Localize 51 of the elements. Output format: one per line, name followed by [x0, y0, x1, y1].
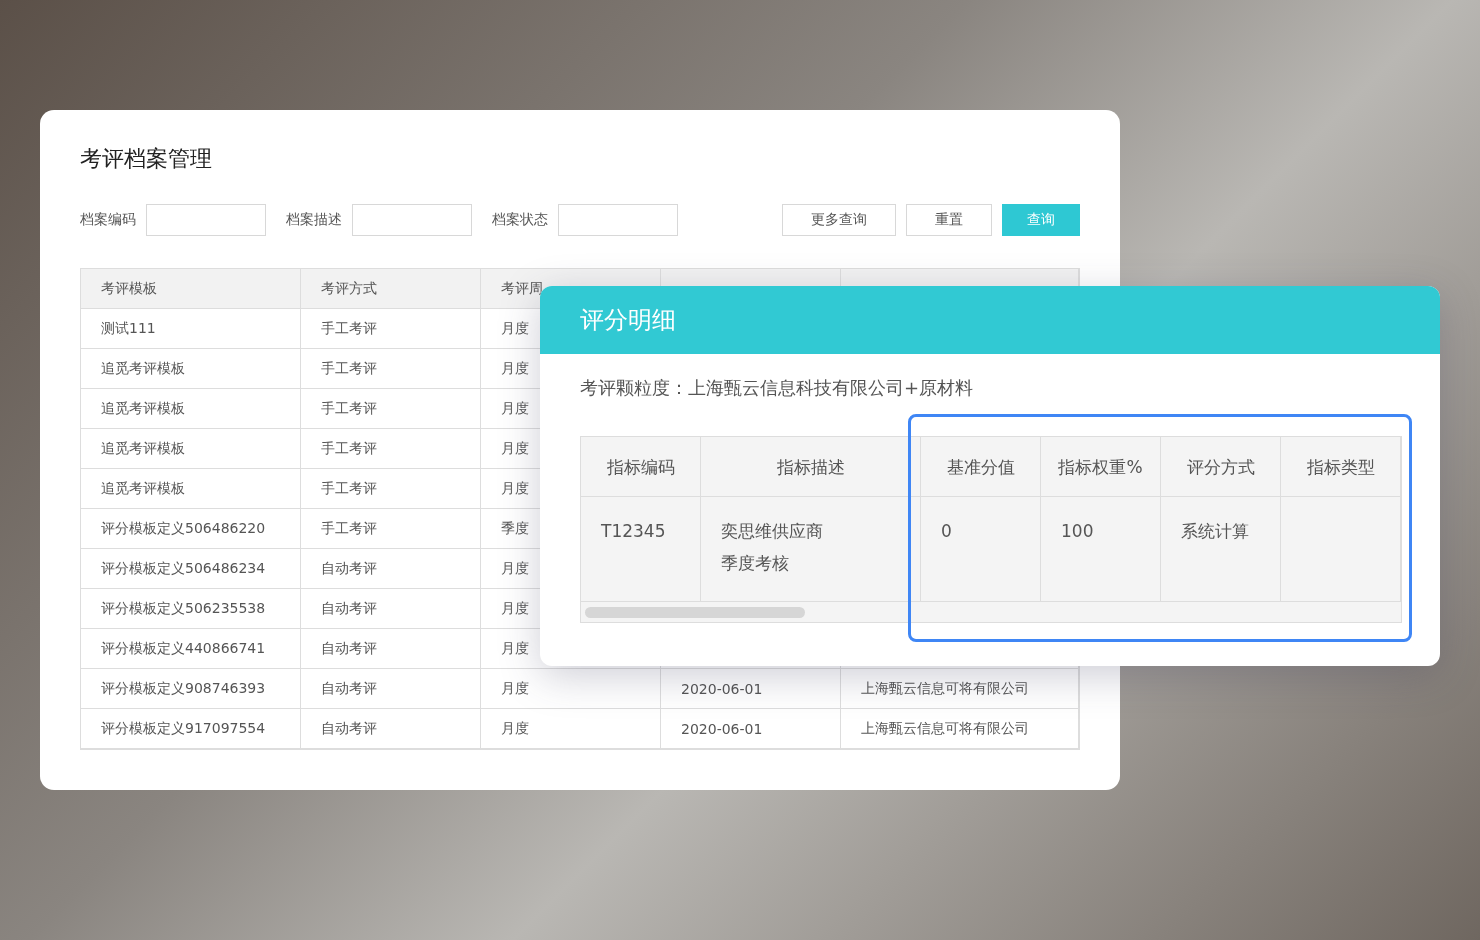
- table-cell: T12345: [581, 497, 701, 602]
- table-cell: 手工考评: [301, 309, 481, 349]
- table-cell: 上海甄云信息可将有限公司: [841, 709, 1079, 749]
- table-cell: 追觅考评模板: [81, 469, 301, 509]
- filter-label: 档案编码: [80, 211, 136, 229]
- page-title: 考评档案管理: [80, 145, 213, 173]
- table-cell: 追觅考评模板: [81, 349, 301, 389]
- table-cell: 系统计算: [1161, 497, 1281, 602]
- table-cell: 2020-06-01: [661, 669, 841, 709]
- action-button[interactable]: 更多查询: [782, 204, 896, 236]
- table-cell: 上海甄云信息可将有限公司: [841, 669, 1079, 709]
- column-header: 指标类型: [1281, 437, 1401, 497]
- table-cell: 评分模板定义506486234: [81, 549, 301, 589]
- column-header: 指标权重%: [1041, 437, 1161, 497]
- table-cell: 评分模板定义908746393: [81, 669, 301, 709]
- column-header: 考评模板: [81, 269, 301, 309]
- table-cell: 自动考评: [301, 709, 481, 749]
- table-cell: 手工考评: [301, 509, 481, 549]
- table-cell: 奕思维供应商 季度考核: [701, 497, 921, 602]
- table-cell: 评分模板定义917097554: [81, 709, 301, 749]
- table-cell: 手工考评: [301, 389, 481, 429]
- table-cell: 2020-06-01: [661, 709, 841, 749]
- column-header: 基准分值: [921, 437, 1041, 497]
- table-cell: 自动考评: [301, 629, 481, 669]
- table-cell: 评分模板定义506235538: [81, 589, 301, 629]
- column-header: 评分方式: [1161, 437, 1281, 497]
- filter-label: 档案状态: [492, 211, 548, 229]
- filter-label: 档案描述: [286, 211, 342, 229]
- table-cell: 评分模板定义440866741: [81, 629, 301, 669]
- table-cell: 自动考评: [301, 549, 481, 589]
- table-cell: 自动考评: [301, 589, 481, 629]
- table-cell: 追觅考评模板: [81, 389, 301, 429]
- table-cell: 0: [921, 497, 1041, 602]
- table-cell: 手工考评: [301, 349, 481, 389]
- table-cell: 手工考评: [301, 429, 481, 469]
- table-cell: 追觅考评模板: [81, 429, 301, 469]
- table-cell: 手工考评: [301, 469, 481, 509]
- input-field[interactable]: [558, 204, 678, 236]
- action-button[interactable]: 重置: [906, 204, 992, 236]
- column-header: 考评方式: [301, 269, 481, 309]
- input-field[interactable]: [146, 204, 266, 236]
- column-header: 指标描述: [701, 437, 921, 497]
- table-cell: 100: [1041, 497, 1161, 602]
- table-cell: 测试111: [81, 309, 301, 349]
- input-field[interactable]: [352, 204, 472, 236]
- table-cell: 自动考评: [301, 669, 481, 709]
- table-cell: 评分模板定义506486220: [81, 509, 301, 549]
- column-header: 指标编码: [581, 437, 701, 497]
- table-cell: 月度: [481, 709, 661, 749]
- scrollbar-thumb[interactable]: [585, 606, 805, 618]
- table-cell: 月度: [481, 669, 661, 709]
